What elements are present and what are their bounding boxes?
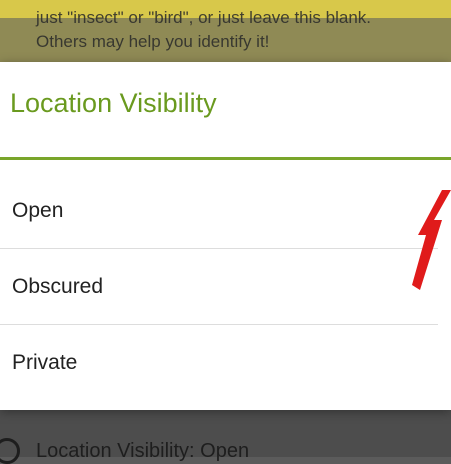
red-arrow-annotation [412, 190, 451, 290]
option-private-label: Private [12, 351, 78, 374]
option-obscured[interactable]: Obscured [0, 250, 440, 325]
option-private[interactable]: Private [0, 326, 440, 401]
species-hint-text: just "insect" or "bird", or just leave t… [36, 6, 451, 54]
background-hint-area: just "insect" or "bird", or just leave t… [0, 0, 451, 62]
location-visibility-icon [0, 438, 20, 464]
hint-line-1: just "insect" or "bird", or just leave t… [36, 8, 372, 27]
option-open-label: Open [12, 199, 64, 222]
dialog-title: Location Visibility [10, 88, 217, 118]
option-obscured-label: Obscured [12, 275, 104, 298]
title-divider [0, 157, 451, 160]
option-open[interactable]: Open [0, 174, 440, 249]
hint-line-2: Others may help you identify it! [36, 32, 270, 51]
location-visibility-row-label: Location Visibility: Open [36, 440, 250, 462]
option-divider [0, 248, 438, 249]
location-visibility-dialog: Location Visibility Open Obscured Privat… [0, 62, 451, 410]
option-divider [0, 324, 438, 325]
